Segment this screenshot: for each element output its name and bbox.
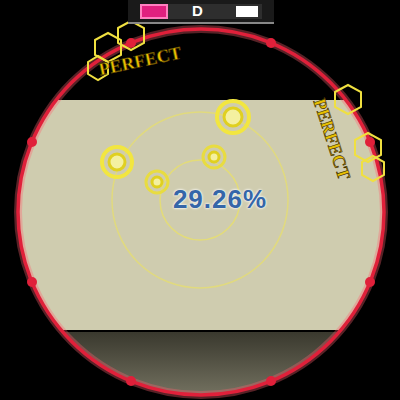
gauge-track: D	[140, 4, 262, 19]
gauge-frame: D	[128, 0, 274, 24]
achievement-percent: 29.26%	[150, 183, 290, 215]
gauge-marks	[236, 6, 258, 17]
judgment-label: PERFECT	[309, 96, 356, 183]
rank-label: D	[192, 2, 203, 20]
judgment-label: PERFECT	[97, 42, 184, 81]
gauge-fill	[140, 4, 168, 19]
play-field: D 29.26% PERFECT PERFECT	[0, 0, 400, 400]
